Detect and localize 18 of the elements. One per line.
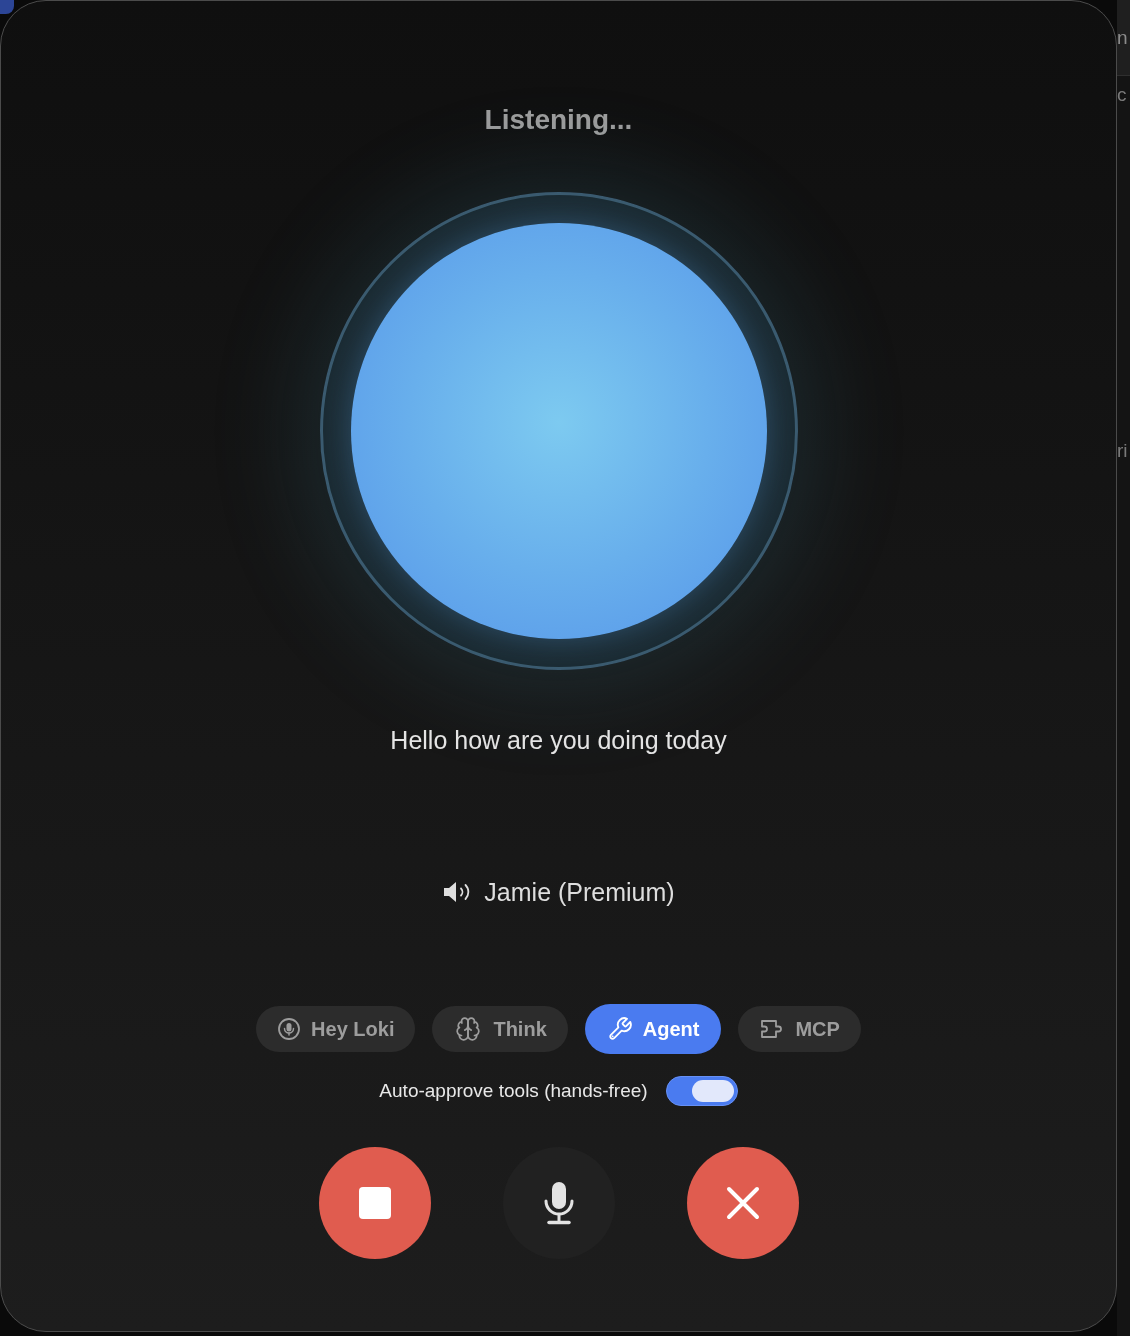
auto-approve-label: Auto-approve tools (hands-free) <box>379 1079 648 1103</box>
mode-tab[interactable]: Think <box>432 1006 568 1052</box>
wrench-icon <box>606 1016 633 1042</box>
status-text: Listening... <box>484 103 633 137</box>
window-text-fragment: c <box>1117 83 1128 107</box>
background-window <box>0 0 14 14</box>
window-text-fragment: ri <box>1117 439 1129 463</box>
stop-icon <box>357 1186 392 1220</box>
close-icon <box>725 1186 760 1220</box>
microphone-icon <box>277 1017 302 1041</box>
mode-tab[interactable]: Hey Loki <box>256 1006 416 1052</box>
auto-approve-toggle[interactable] <box>665 1076 738 1106</box>
window-text-fragment: n <box>1117 25 1128 50</box>
microphone-icon <box>542 1181 575 1225</box>
mode-tab[interactable]: Agent <box>584 1004 722 1054</box>
mode-tab[interactable]: MCP <box>738 1006 861 1052</box>
transcript-text: Hello how are you doing today <box>390 725 727 755</box>
voice-name: Jamie (Premium) <box>484 877 675 907</box>
